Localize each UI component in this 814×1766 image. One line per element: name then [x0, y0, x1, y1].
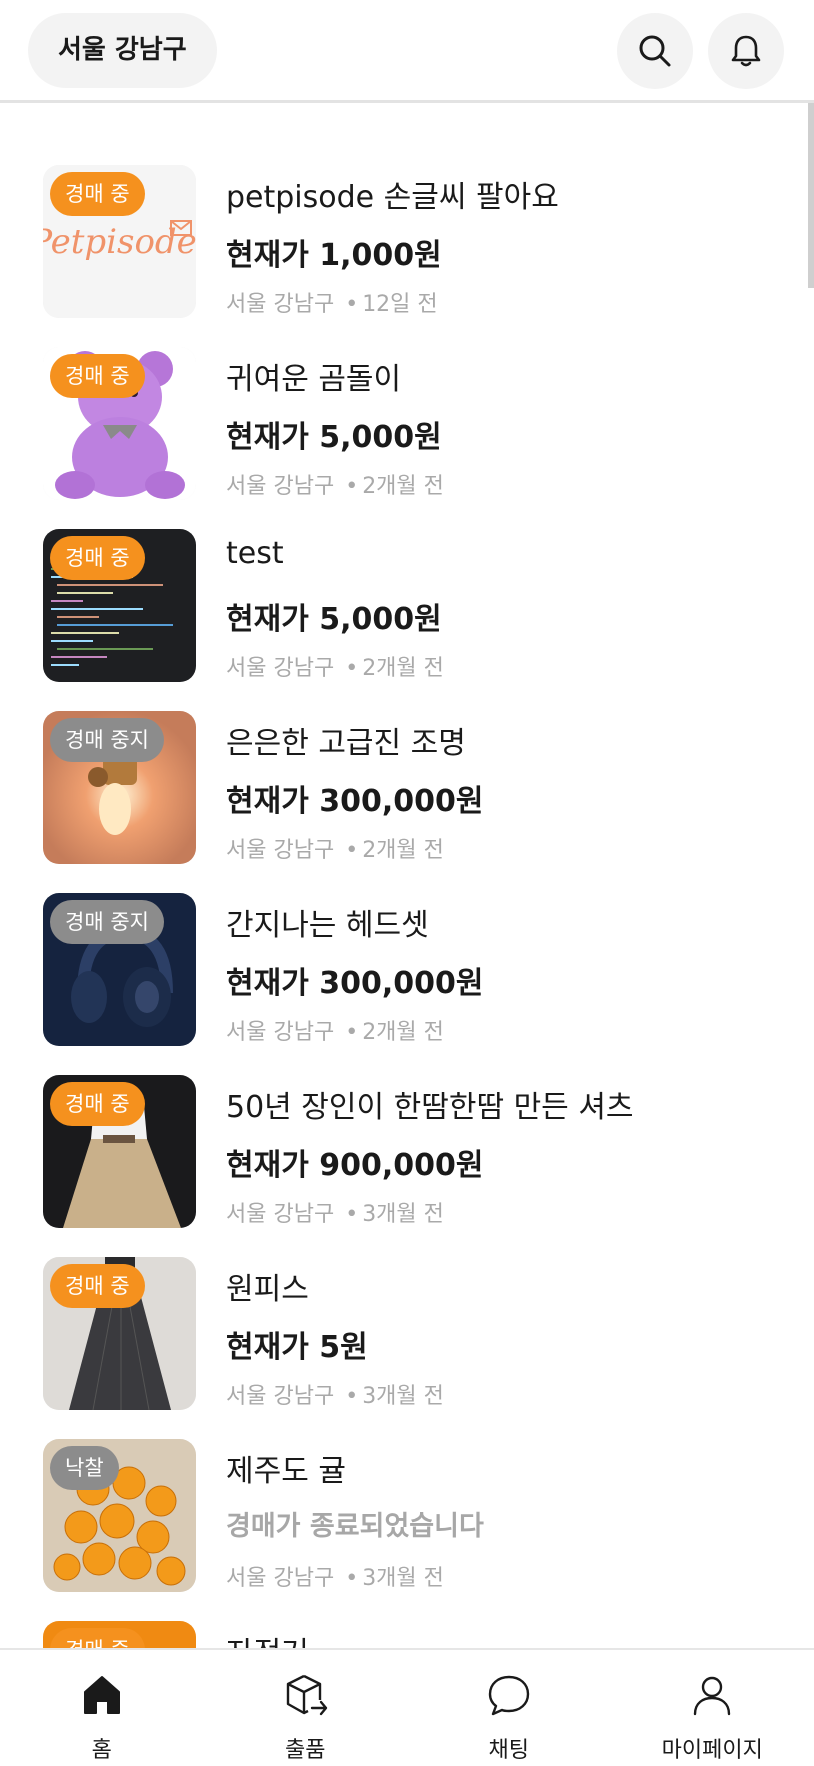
item-time: 12일 전: [362, 292, 438, 317]
item-location: 서울 강남구: [226, 838, 335, 863]
nav-chat[interactable]: 채팅: [407, 1650, 611, 1766]
list-item[interactable]: 경매 중 자전거: [0, 1616, 814, 1648]
item-title: 귀여운 곰돌이: [226, 362, 402, 397]
item-title: petpisode 손글씨 팔아요: [226, 180, 559, 215]
notification-button[interactable]: [708, 13, 784, 89]
item-time: 3개월 전: [362, 1202, 444, 1227]
item-time: 2개월 전: [362, 656, 444, 681]
bottom-navigation: 홈 출품 채팅 마이페이지: [0, 1648, 814, 1766]
list-item[interactable]: Petpisode 경매 중 petpisode 손글씨 팔아요 현재가 1,0…: [0, 160, 814, 342]
item-meta: 서울 강남구 • 2개월 전: [226, 832, 444, 864]
item-title: 간지나는 헤드셋: [226, 908, 429, 943]
nav-label: 채팅: [488, 1738, 529, 1763]
bell-icon: [731, 35, 761, 67]
item-price: 현재가 5원: [226, 1330, 368, 1365]
item-time: 2개월 전: [362, 1020, 444, 1045]
item-location: 서울 강남구: [226, 656, 335, 681]
item-price: 현재가 900,000원: [226, 1148, 484, 1183]
item-time: 2개월 전: [362, 474, 444, 499]
item-title: test: [226, 536, 284, 571]
status-badge: 경매 중: [50, 1082, 145, 1126]
item-meta: 서울 강남구 • 3개월 전: [226, 1560, 444, 1592]
separator-dot: •: [345, 838, 359, 863]
item-time: 3개월 전: [362, 1566, 444, 1591]
item-meta: 서울 강남구 • 2개월 전: [226, 1014, 444, 1046]
nav-mypage[interactable]: 마이페이지: [611, 1650, 814, 1766]
chat-bubble-icon: [488, 1675, 529, 1716]
status-badge: 경매 중지: [50, 900, 164, 944]
list-item[interactable]: 경매 중 test 현재가 5,000원 서울 강남구 • 2개월 전: [0, 524, 814, 706]
status-badge: 경매 중지: [50, 718, 164, 762]
location-selector[interactable]: 서울 강남구: [28, 13, 217, 88]
item-time: 3개월 전: [362, 1384, 444, 1409]
separator-dot: •: [345, 656, 359, 681]
status-badge: 경매 중: [50, 1628, 145, 1648]
list-item[interactable]: 경매 중 귀여운 곰돌이 현재가 5,000원 서울 강남구 • 2개월 전: [0, 342, 814, 524]
item-price: 경매가 종료되었습니다: [226, 1511, 484, 1542]
list-item[interactable]: 경매 중지 간지나는 헤드셋 현재가 300,000원 서울 강남구 • 2개월 …: [0, 888, 814, 1070]
item-meta: 서울 강남구 • 3개월 전: [226, 1378, 444, 1410]
item-price: 현재가 5,000원: [226, 420, 442, 455]
status-badge: 낙찰: [50, 1446, 119, 1490]
nav-listing[interactable]: 출품: [204, 1650, 408, 1766]
nav-label: 홈: [91, 1738, 112, 1763]
box-arrow-icon: [287, 1674, 328, 1716]
list-item[interactable]: 경매 중 원피스 현재가 5원 서울 강남구 • 3개월 전: [0, 1252, 814, 1434]
status-badge: 경매 중: [50, 536, 145, 580]
item-location: 서울 강남구: [226, 1566, 335, 1591]
top-bar: 서울 강남구: [0, 0, 814, 103]
nav-label: 출품: [285, 1738, 326, 1763]
list-item[interactable]: 경매 중 50년 장인이 한땀한땀 만든 셔츠 현재가 900,000원 서울 …: [0, 1070, 814, 1252]
status-badge: 경매 중: [50, 172, 145, 216]
separator-dot: •: [345, 1384, 359, 1409]
search-button[interactable]: [617, 13, 693, 89]
item-meta: 서울 강남구 • 2개월 전: [226, 468, 444, 500]
separator-dot: •: [345, 1020, 359, 1045]
item-location: 서울 강남구: [226, 1202, 335, 1227]
nav-home[interactable]: 홈: [0, 1650, 204, 1766]
item-price: 현재가 1,000원: [226, 238, 442, 273]
search-icon: [639, 35, 671, 67]
item-location: 서울 강남구: [226, 292, 335, 317]
separator-dot: •: [345, 474, 359, 499]
item-time: 2개월 전: [362, 838, 444, 863]
separator-dot: •: [345, 1566, 359, 1591]
home-icon: [83, 1676, 120, 1714]
item-price: 현재가 300,000원: [226, 784, 484, 819]
item-title: 원피스: [226, 1272, 309, 1307]
item-price: 현재가 5,000원: [226, 602, 442, 637]
item-meta: 서울 강남구 • 3개월 전: [226, 1196, 444, 1228]
status-badge: 경매 중: [50, 1264, 145, 1308]
separator-dot: •: [345, 292, 359, 317]
item-location: 서울 강남구: [226, 474, 335, 499]
item-title: 50년 장인이 한땀한땀 만든 셔츠: [226, 1090, 634, 1125]
separator-dot: •: [345, 1202, 359, 1227]
person-icon: [694, 1676, 731, 1716]
item-price: 현재가 300,000원: [226, 966, 484, 1001]
list-item[interactable]: 낙찰 제주도 귤 경매가 종료되었습니다 서울 강남구 • 3개월 전: [0, 1434, 814, 1616]
item-title: 은은한 고급진 조명: [226, 726, 466, 761]
nav-label: 마이페이지: [661, 1738, 763, 1763]
petpisode-logo: Petpisode: [43, 222, 196, 262]
item-meta: 서울 강남구 • 12일 전: [226, 286, 438, 318]
item-title: 제주도 귤: [226, 1454, 346, 1489]
item-location: 서울 강남구: [226, 1020, 335, 1045]
item-meta: 서울 강남구 • 2개월 전: [226, 650, 444, 682]
item-title: 자전거: [226, 1628, 309, 1648]
item-location: 서울 강남구: [226, 1384, 335, 1409]
auction-list: Petpisode 경매 중 petpisode 손글씨 팔아요 현재가 1,0…: [0, 160, 814, 1648]
list-item[interactable]: 경매 중지 은은한 고급진 조명 현재가 300,000원 서울 강남구 • 2개…: [0, 706, 814, 888]
status-badge: 경매 중: [50, 354, 145, 398]
